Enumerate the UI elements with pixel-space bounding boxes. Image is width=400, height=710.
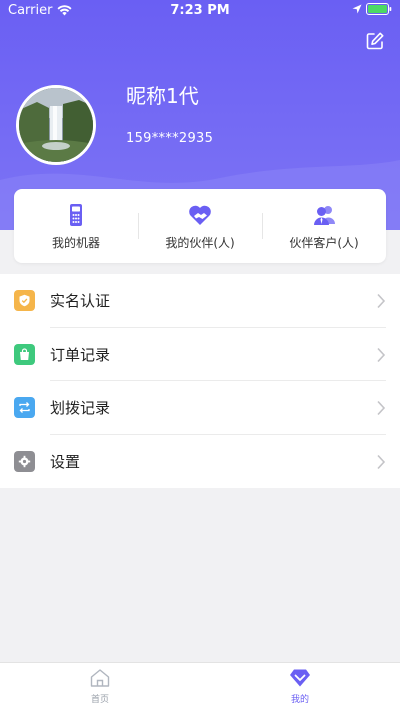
tab-home[interactable]: 首页 bbox=[0, 663, 200, 710]
avatar-waterfall-image bbox=[19, 88, 93, 162]
order-bag-icon bbox=[14, 343, 35, 365]
stat-label: 我的伙伴(人) bbox=[165, 235, 235, 250]
shield-check-icon bbox=[14, 290, 35, 312]
menu-item-settings[interactable]: 设置 bbox=[0, 435, 400, 489]
stat-my-machines[interactable]: 我的机器 bbox=[14, 189, 138, 263]
status-right bbox=[352, 3, 392, 15]
edit-icon bbox=[366, 32, 384, 50]
menu-list: 实名认证 订单记录 划拨记录 设置 bbox=[0, 274, 400, 488]
handshake-heart-icon bbox=[189, 205, 211, 225]
stat-my-partners[interactable]: 我的伙伴(人) bbox=[138, 189, 262, 263]
chevron-right-icon bbox=[377, 454, 386, 469]
status-bar: Carrier 7:23 PM bbox=[0, 0, 400, 22]
tab-label: 我的 bbox=[290, 695, 309, 705]
users-icon bbox=[314, 205, 335, 225]
avatar[interactable] bbox=[16, 85, 96, 165]
chevron-right-icon bbox=[377, 400, 386, 416]
menu-item-label: 划拨记录 bbox=[50, 399, 111, 418]
gear-icon bbox=[14, 450, 35, 472]
tab-mine[interactable]: 我的 bbox=[200, 663, 400, 710]
location-arrow-icon bbox=[352, 4, 362, 14]
chevron-right-icon bbox=[377, 347, 386, 362]
phone-number: 159****2935 bbox=[126, 131, 214, 146]
battery-icon bbox=[366, 3, 392, 15]
menu-item-label: 设置 bbox=[50, 452, 81, 471]
menu-item-label: 实名认证 bbox=[50, 292, 111, 311]
stat-label: 我的机器 bbox=[51, 235, 100, 250]
stats-card: 我的机器 我的伙伴(人) 伙伴客户(人) bbox=[14, 189, 386, 263]
status-time: 7:23 PM bbox=[170, 3, 230, 18]
tab-label: 首页 bbox=[90, 695, 109, 705]
chevron-right-icon bbox=[377, 293, 386, 309]
edit-profile-button[interactable] bbox=[364, 30, 386, 52]
stat-label: 伙伴客户(人) bbox=[289, 235, 359, 250]
menu-item-transfer-records[interactable]: 划拨记录 bbox=[0, 381, 400, 435]
tab-bar: 首页 我的 bbox=[0, 662, 400, 710]
stat-partner-customers[interactable]: 伙伴客户(人) bbox=[262, 189, 386, 263]
nickname: 昵称1代 bbox=[126, 84, 199, 108]
diamond-chevron-icon bbox=[290, 669, 310, 687]
home-icon bbox=[90, 669, 110, 687]
menu-item-label: 订单记录 bbox=[50, 345, 111, 364]
phone-calculator-icon bbox=[70, 203, 82, 226]
menu-item-real-name-auth[interactable]: 实名认证 bbox=[0, 274, 400, 328]
menu-item-order-records[interactable]: 订单记录 bbox=[0, 328, 400, 382]
transfer-arrows-icon bbox=[14, 397, 35, 419]
